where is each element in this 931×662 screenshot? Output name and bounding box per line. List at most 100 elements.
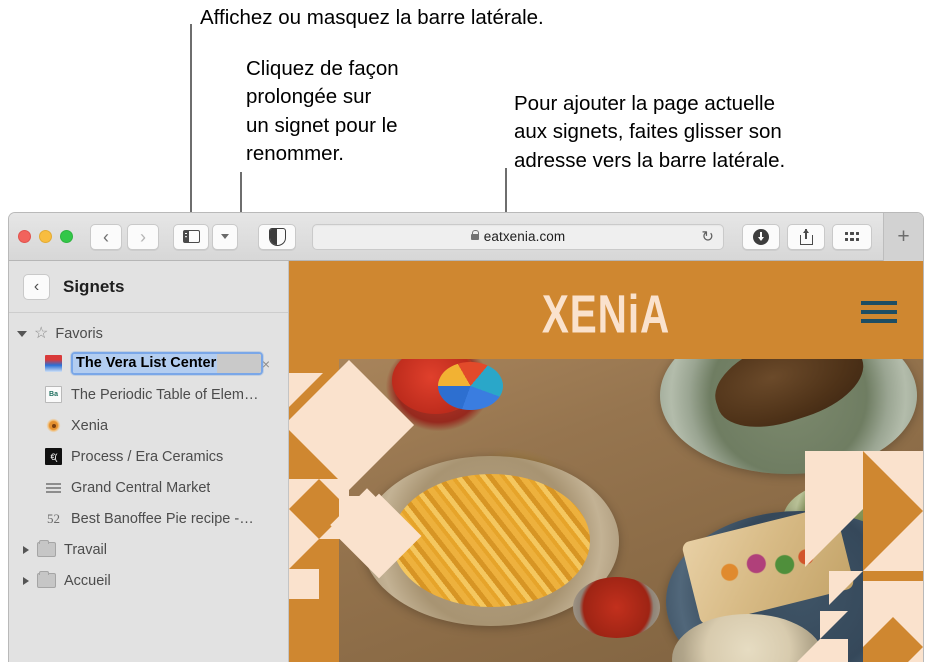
star-icon: ☆	[34, 325, 49, 342]
chevron-left-icon: ‹	[103, 226, 109, 247]
photo-sauce-bowl	[572, 577, 661, 638]
deco-triangle	[339, 496, 361, 518]
reader-view-icon	[268, 227, 286, 246]
grand-central-market-favicon	[45, 479, 62, 496]
deco-triangle	[289, 373, 323, 407]
sidebar-toggle-icon	[182, 230, 200, 243]
callout-rename-text: Cliquez de façon prolongée sur un signet…	[246, 57, 399, 165]
bookmark-folder-travail[interactable]: Travail	[9, 534, 288, 565]
sidebar-toggle-group	[173, 223, 238, 250]
window-body: ‹ Signets ☆ Favoris The Vera List Center…	[9, 261, 923, 662]
bookmark-label: Xenia	[71, 417, 109, 434]
deco-triangle	[863, 617, 893, 647]
chevron-down-icon	[221, 234, 229, 239]
photo-colorful-object	[438, 362, 503, 411]
reader-view-button[interactable]	[258, 223, 296, 250]
bookmarks-list: ☆ Favoris The Vera List Center × Ba The …	[9, 313, 288, 596]
sidebar-back-button[interactable]: ‹	[23, 273, 50, 300]
navigation-buttons: ‹ ›	[90, 223, 159, 250]
browser-window: ‹ › eatxenia.com ↻ + ‹ Signets ☆ Favoris…	[8, 212, 924, 662]
callout-sidebar-leader-line	[190, 24, 192, 232]
deco-triangle	[893, 617, 923, 647]
callout-sidebar-text: Affichez ou masquez la barre latérale.	[200, 6, 544, 29]
sidebar-toggle-button[interactable]	[173, 223, 209, 250]
folder-icon	[37, 539, 56, 557]
reload-icon[interactable]: ↻	[701, 229, 714, 244]
bookmarks-sidebar: ‹ Signets ☆ Favoris The Vera List Center…	[9, 261, 289, 662]
banoffee-52-favicon: 52	[47, 510, 60, 526]
sidebar-title: Signets	[63, 276, 125, 296]
back-button[interactable]: ‹	[90, 223, 122, 250]
bookmark-rename-selected-text: The Vera List Center	[73, 354, 218, 373]
browser-toolbar: ‹ › eatxenia.com ↻ +	[9, 213, 923, 261]
bookmark-row-process-era-ceramics[interactable]: €( Process / Era Ceramics	[9, 441, 288, 472]
bookmark-group-favoris[interactable]: ☆ Favoris	[9, 320, 288, 348]
bookmark-row-banoffee-pie[interactable]: 52 Best Banoffee Pie recipe -…	[9, 503, 288, 534]
downloads-icon	[753, 228, 769, 245]
bookmark-row-periodic-table[interactable]: Ba The Periodic Table of Elem…	[9, 379, 288, 410]
address-bar[interactable]: eatxenia.com ↻	[312, 223, 724, 250]
bookmark-row-editing[interactable]: The Vera List Center ×	[9, 348, 288, 379]
bookmark-row-xenia[interactable]: Xenia	[9, 410, 288, 441]
site-header: XENiA	[289, 261, 923, 359]
deco-triangle	[820, 611, 848, 639]
bookmark-label: Grand Central Market	[71, 479, 211, 496]
chevron-right-icon: ›	[140, 226, 146, 247]
sidebar-options-button[interactable]	[212, 223, 238, 250]
deco-triangle	[289, 539, 319, 569]
xenia-sun-favicon	[45, 417, 62, 434]
bookmark-label: The Periodic Table of Elem…	[71, 386, 259, 403]
lock-icon	[470, 229, 480, 240]
periodic-table-favicon: Ba	[45, 386, 62, 403]
zoom-button[interactable]	[60, 230, 73, 243]
decorative-pattern-left-lower	[336, 493, 459, 636]
bookmark-folder-accueil[interactable]: Accueil	[9, 565, 288, 596]
deco-square	[820, 639, 848, 662]
screenshot-root: Affichez ou masquez la barre latérale. C…	[0, 0, 931, 662]
deco-square	[863, 581, 923, 617]
deco-triangle	[289, 509, 319, 539]
deco-triangle	[893, 647, 923, 662]
tab-overview-icon	[844, 232, 860, 241]
bookmark-label: Best Banoffee Pie recipe -…	[71, 510, 254, 527]
bookmark-row-grand-central-market[interactable]: Grand Central Market	[9, 472, 288, 503]
deco-square	[289, 569, 319, 599]
deco-triangle	[792, 639, 820, 662]
bookmark-group-label: Favoris	[55, 326, 103, 342]
tab-overview-button[interactable]	[832, 223, 872, 250]
disclosure-triangle-closed-icon[interactable]	[23, 545, 29, 554]
new-tab-button[interactable]: +	[883, 213, 923, 261]
bookmark-folder-label: Accueil	[64, 572, 111, 589]
process-era-ceramics-favicon: €(	[45, 448, 62, 465]
toolbar-right-buttons	[742, 223, 872, 250]
deco-triangle	[829, 571, 863, 605]
bookmark-label: Process / Era Ceramics	[71, 448, 224, 465]
deco-triangle	[863, 451, 923, 511]
decorative-pattern-right	[743, 451, 923, 662]
vera-list-center-favicon	[45, 355, 62, 372]
disclosure-triangle-closed-icon[interactable]	[23, 576, 29, 585]
close-button[interactable]	[18, 230, 31, 243]
sidebar-header: ‹ Signets	[9, 261, 288, 313]
folder-icon	[37, 570, 56, 588]
web-content: XENiA	[289, 261, 923, 662]
window-controls	[18, 230, 73, 243]
share-button[interactable]	[787, 223, 825, 250]
site-logo: XENiA	[541, 285, 671, 345]
address-bar-content: eatxenia.com	[470, 229, 566, 244]
deco-triangle	[805, 509, 863, 567]
bookmark-folder-label: Travail	[64, 541, 107, 558]
disclosure-triangle-open-icon[interactable]	[17, 331, 27, 337]
bookmark-rename-input[interactable]: The Vera List Center	[71, 352, 263, 375]
remove-bookmark-icon[interactable]: ×	[262, 357, 270, 371]
callout-drag-text: Pour ajouter la page actuelle aux signet…	[514, 92, 786, 172]
downloads-button[interactable]	[742, 223, 780, 250]
deco-square	[805, 451, 863, 509]
share-icon	[799, 228, 813, 245]
hamburger-menu-icon[interactable]	[861, 301, 897, 323]
minimize-button[interactable]	[39, 230, 52, 243]
forward-button[interactable]: ›	[127, 223, 159, 250]
bookmark-rename-input-trailing	[217, 354, 261, 373]
url-text: eatxenia.com	[483, 229, 566, 244]
deco-triangle	[863, 511, 923, 571]
